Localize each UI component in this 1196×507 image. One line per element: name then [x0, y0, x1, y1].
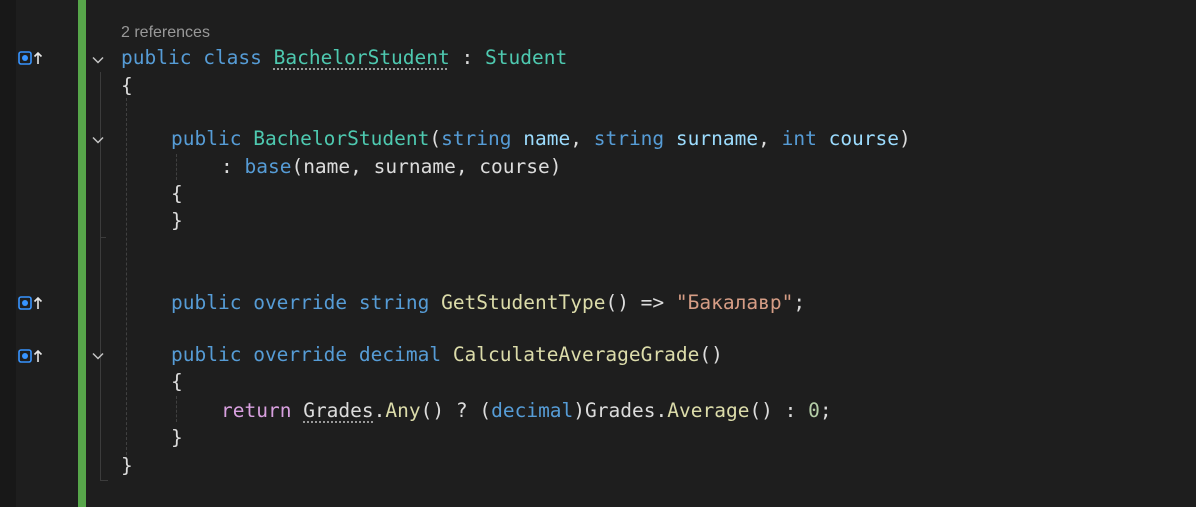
arguments: (name, surname, course) [291, 155, 562, 178]
keyword: override [253, 291, 348, 314]
override-glyph[interactable] [18, 50, 46, 66]
method-name[interactable]: CalculateAverageGrade [453, 343, 700, 366]
keyword: decimal [491, 399, 574, 422]
keyword: int [781, 127, 817, 150]
override-up-arrow-icon [18, 51, 43, 65]
glyph-margin [0, 0, 16, 507]
fold-toggle-method[interactable] [90, 348, 106, 364]
property-name[interactable]: Grades [585, 399, 655, 422]
punctuation: : [221, 155, 245, 178]
indent-guide [126, 98, 127, 460]
override-up-arrow-icon [18, 349, 43, 363]
keyword: override [253, 343, 348, 366]
operator: ? [444, 399, 480, 422]
override-glyph[interactable] [18, 348, 46, 364]
method-call[interactable]: Any [385, 399, 420, 422]
punctuation: () [605, 291, 629, 314]
keyword: public [171, 343, 242, 366]
fold-toggle-constructor[interactable] [90, 132, 106, 148]
keyword: public [121, 46, 192, 69]
punctuation: ( [479, 399, 492, 422]
operator: : [772, 399, 809, 422]
chevron-down-icon [92, 352, 104, 360]
number-literal: 0 [808, 399, 820, 422]
punctuation: ( [429, 127, 442, 150]
codelens-references[interactable]: 2 references [121, 21, 210, 45]
punctuation: () [749, 399, 773, 422]
constructor-name[interactable]: BachelorStudent [253, 127, 429, 150]
string-literal: "Бакалавр" [675, 291, 794, 314]
property-name[interactable]: Grades [303, 399, 373, 422]
code-line-brace[interactable]: } [171, 424, 183, 452]
code-line-brace[interactable]: { [171, 180, 183, 208]
punctuation: : [449, 46, 485, 69]
code-line-brace[interactable]: { [121, 72, 133, 100]
keyword: decimal [358, 343, 442, 366]
code-line-brace[interactable]: } [121, 452, 133, 480]
punctuation: . [373, 399, 386, 422]
punctuation: ) [573, 399, 586, 422]
code-line-brace[interactable]: } [171, 207, 183, 235]
code-editor[interactable]: 2 references public class BachelorStuden… [0, 0, 1196, 507]
punctuation: , [570, 127, 594, 150]
code-line-base-call[interactable]: : base(name, surname, course) [221, 153, 561, 181]
punctuation: () [699, 343, 723, 366]
method-call[interactable]: Average [667, 399, 749, 422]
override-up-arrow-icon [18, 296, 43, 310]
keyword: class [203, 46, 262, 69]
code-line-constructor[interactable]: public BachelorStudent(string name, stri… [171, 125, 911, 153]
code-line-brace[interactable]: { [171, 368, 183, 396]
punctuation: , [758, 127, 782, 150]
code-line-class-declaration[interactable]: public class BachelorStudent : Student [121, 44, 567, 72]
indent-guide [176, 154, 177, 180]
method-name[interactable]: GetStudentType [441, 291, 605, 314]
parameter: surname [675, 127, 759, 150]
keyword: base [244, 155, 292, 178]
keyword: string [358, 291, 430, 314]
parameter: name [523, 127, 571, 150]
indent-guide-end [100, 480, 108, 481]
base-class-name[interactable]: Student [485, 46, 567, 69]
keyword: public [171, 127, 242, 150]
change-tracking-bar [78, 0, 86, 507]
punctuation: . [655, 399, 668, 422]
punctuation: ) [899, 127, 911, 150]
keyword: public [171, 291, 242, 314]
chevron-down-icon [92, 136, 104, 144]
override-glyph[interactable] [18, 295, 46, 311]
code-line-calculate-average-grade[interactable]: public override decimal CalculateAverage… [171, 341, 723, 369]
punctuation: ; [819, 399, 832, 422]
indent-guide [176, 396, 177, 422]
code-line-get-student-type[interactable]: public override string GetStudentType() … [171, 289, 805, 317]
parameter: course [828, 127, 900, 150]
fold-toggle-class[interactable] [90, 52, 106, 68]
operator: => [628, 291, 676, 314]
control-keyword: return [221, 399, 292, 422]
chevron-down-icon [92, 56, 104, 64]
keyword: string [593, 127, 665, 150]
class-name[interactable]: BachelorStudent [274, 46, 450, 69]
code-line-return[interactable]: return Grades.Any() ? (decimal)Grades.Av… [221, 397, 832, 425]
punctuation: () [420, 399, 445, 422]
punctuation: ; [793, 291, 806, 314]
indent-guide-end [100, 237, 106, 238]
keyword: string [441, 127, 512, 150]
